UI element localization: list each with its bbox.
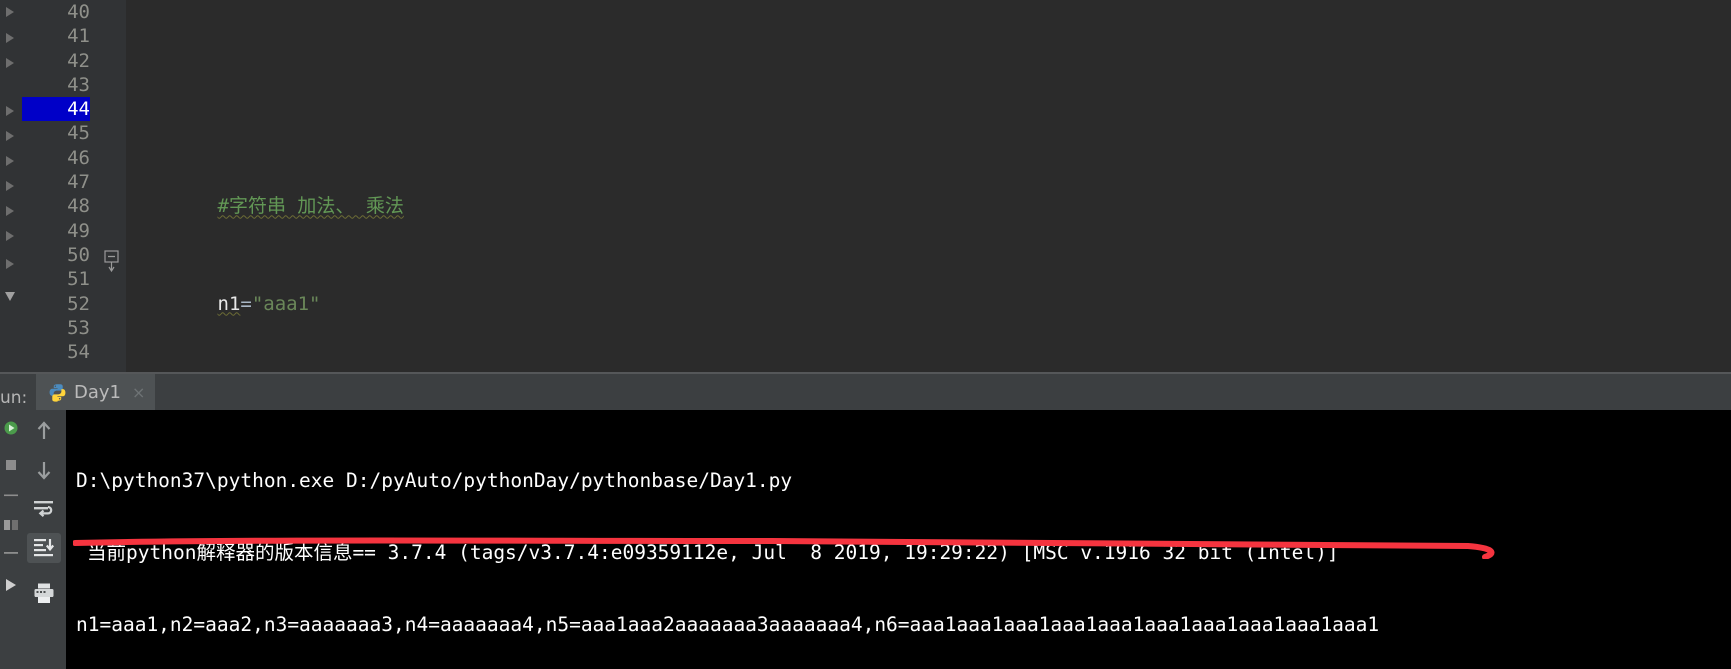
run-console-toolbar — [22, 410, 66, 669]
line-number: 53 — [67, 316, 90, 339]
run-tool-window: un: Day1 × D:\python37\python.exe D:/pyA… — [0, 374, 1731, 669]
minimize-icon[interactable] — [1, 550, 21, 556]
run-console-output[interactable]: D:\python37\python.exe D:/pyAuto/pythonD… — [66, 410, 1731, 669]
down-arrow-icon[interactable] — [27, 455, 61, 485]
rerun-icon[interactable] — [1, 420, 21, 436]
code-token-comment: #字符串 加法、 乘法 — [217, 195, 404, 218]
code-text-area[interactable]: #字符串 加法、 乘法 n1="aaa1" n2='aaa2' n3 — [126, 0, 1731, 372]
line-number: 46 — [67, 146, 90, 169]
line-number: 52 — [67, 292, 90, 315]
line-number: 48 — [67, 195, 90, 218]
run-marker-icon[interactable] — [4, 6, 16, 18]
line-number: 51 — [67, 268, 90, 291]
run-marker-icon[interactable] — [4, 130, 16, 142]
close-icon[interactable]: × — [128, 383, 145, 402]
code-token-variable: n1 — [217, 292, 241, 315]
run-tool-window-label: un: — [0, 388, 28, 408]
up-arrow-icon[interactable] — [27, 416, 61, 446]
python-icon — [48, 383, 67, 402]
line-number: 50 — [67, 243, 90, 266]
run-tab-strip: Day1 × — [36, 374, 1731, 410]
code-line-42[interactable]: n1="aaa1" — [126, 267, 1731, 315]
line-number: 54 — [67, 341, 90, 364]
line-number-gutter: 40 41 42 43 44 45 46 47 48 49 50 51 52 5… — [22, 0, 100, 372]
run-marker-icon[interactable] — [4, 32, 16, 44]
stop-icon[interactable] — [1, 458, 21, 472]
run-marker-icon[interactable] — [4, 180, 16, 192]
editor-marker-gutter — [0, 0, 22, 372]
run-tab-day1[interactable]: Day1 × — [36, 374, 156, 410]
scroll-down-marker-icon[interactable] — [4, 290, 16, 302]
code-token-string: "aaa1" — [251, 292, 321, 315]
pycharm-window: 40 41 42 43 44 45 46 47 48 49 50 51 52 5… — [0, 0, 1731, 669]
code-editor[interactable]: 40 41 42 43 44 45 46 47 48 49 50 51 52 5… — [0, 0, 1731, 372]
run-marker-icon[interactable] — [4, 205, 16, 217]
line-number: 43 — [67, 73, 90, 96]
expand-arrow-icon[interactable] — [1, 578, 21, 592]
line-number: 49 — [67, 219, 90, 242]
line-number: 42 — [67, 49, 90, 72]
run-marker-icon[interactable] — [4, 105, 16, 117]
line-number: 45 — [67, 122, 90, 145]
code-line-43[interactable]: n2='aaa2' — [126, 364, 1731, 372]
run-tab-label: Day1 — [74, 381, 121, 403]
console-line: 当前python解释器的版本信息== 3.7.4 (tags/v3.7.4:e0… — [87, 541, 1339, 564]
run-marker-icon[interactable] — [4, 155, 16, 167]
code-line-40[interactable] — [126, 73, 1731, 97]
scroll-to-end-icon[interactable] — [27, 533, 61, 563]
run-left-rail — [0, 410, 22, 669]
console-line: D:\python37\python.exe D:/pyAuto/pythonD… — [76, 469, 793, 492]
fold-collapse-icon[interactable] — [104, 250, 120, 273]
run-marker-icon[interactable] — [4, 57, 16, 69]
print-icon[interactable] — [27, 578, 61, 608]
line-number: 40 — [67, 1, 90, 23]
console-line: n1=aaa1,n2=aaa2,n3=aaaaaaa3,n4=aaaaaaa4,… — [76, 613, 1380, 636]
line-number: 41 — [67, 25, 90, 48]
soft-wrap-icon[interactable] — [27, 494, 61, 524]
line-number-current: 44 — [22, 97, 90, 122]
code-line-41[interactable]: #字符串 加法、 乘法 — [126, 170, 1731, 217]
code-folding-gutter[interactable] — [100, 0, 126, 372]
pin-icon[interactable] — [1, 518, 21, 532]
line-number: 47 — [67, 171, 90, 194]
run-marker-icon[interactable] — [4, 230, 16, 242]
resume-icon[interactable] — [1, 490, 21, 500]
run-marker-icon[interactable] — [4, 258, 16, 270]
